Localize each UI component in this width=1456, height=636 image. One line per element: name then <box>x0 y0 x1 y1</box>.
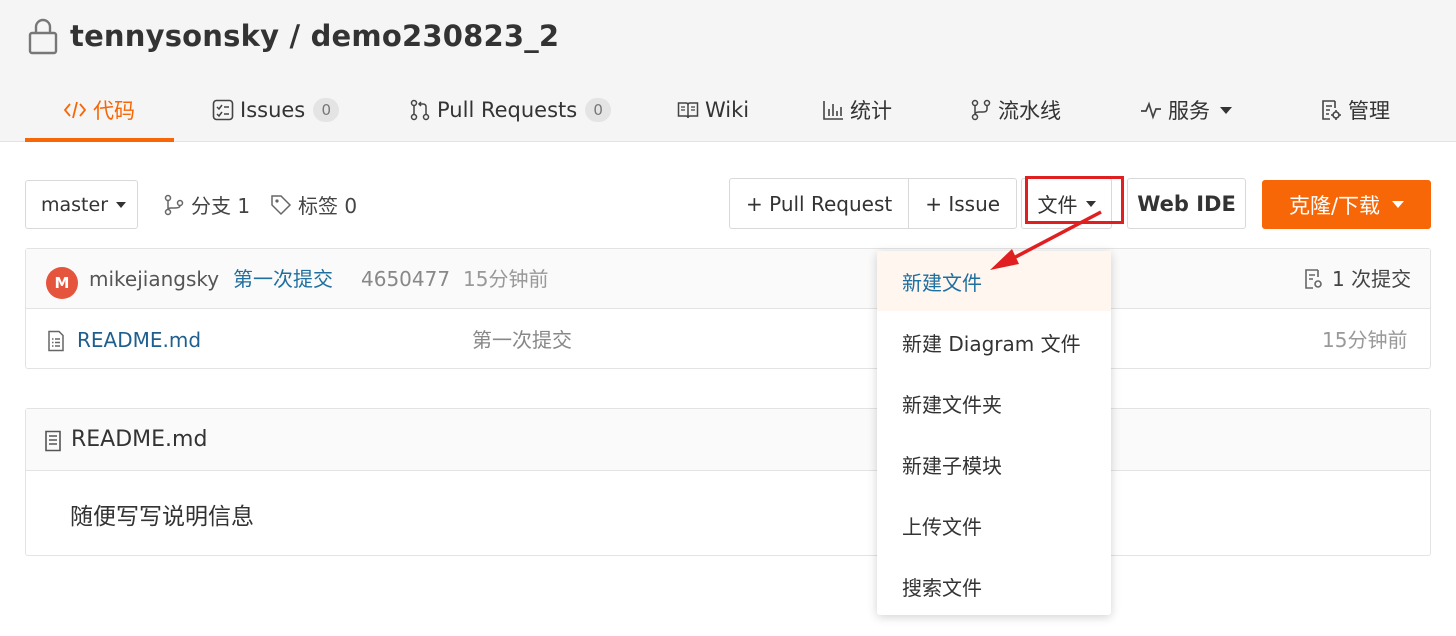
stats-icon <box>822 100 844 120</box>
active-tab-indicator <box>25 138 174 142</box>
readme-title: README.md <box>71 427 208 452</box>
latest-commit-row: M mikejiangsky 第一次提交 4650477 15分钟前 1 次提交 <box>26 249 1430 309</box>
tab-label: 统计 <box>850 99 892 123</box>
file-time: 15分钟前 <box>1322 328 1408 352</box>
file-dropdown-menu: 新建文件 新建 Diagram 文件 新建文件夹 新建子模块 上传文件 搜索文件 <box>877 251 1111 615</box>
menu-item-new-diagram-file[interactable]: 新建 Diagram 文件 <box>877 312 1111 372</box>
document-icon <box>45 430 61 452</box>
code-icon <box>63 100 87 120</box>
pipeline-icon <box>970 99 992 121</box>
file-name-link[interactable]: README.md <box>77 324 201 356</box>
commit-message[interactable]: 第一次提交 <box>233 263 333 295</box>
commit-author[interactable]: mikejiangsky <box>89 263 219 295</box>
chevron-down-icon <box>1220 106 1232 114</box>
wiki-icon <box>677 100 699 120</box>
lock-icon <box>28 18 58 55</box>
branches-link[interactable]: 分支 1 <box>163 180 250 229</box>
tab-pipeline[interactable]: 流水线 <box>970 78 1061 142</box>
chevron-down-icon <box>1392 201 1405 208</box>
commit-count: 1 次提交 <box>1332 267 1412 291</box>
clone-download-button[interactable]: 克隆/下载 <box>1262 180 1431 229</box>
commit-time: 15分钟前 <box>463 267 549 291</box>
commits-icon <box>1305 269 1322 289</box>
count-badge: 0 <box>585 98 612 122</box>
tab-label: Pull Requests <box>437 98 578 122</box>
readme-content: 随便写写说明信息 <box>70 504 254 530</box>
chevron-down-icon <box>116 201 127 208</box>
tab-pull-requests[interactable]: Pull Requests 0 <box>409 78 612 142</box>
commit-hash[interactable]: 4650477 <box>361 263 450 295</box>
branch-select[interactable]: master <box>25 180 138 229</box>
tab-issues[interactable]: Issues 0 <box>212 78 340 142</box>
menu-item-new-submodule[interactable]: 新建子模块 <box>877 434 1111 494</box>
repo-name[interactable]: tennysonsky / demo230823_2 <box>70 19 559 53</box>
readme-panel: README.md 随便写写说明信息 <box>25 408 1431 556</box>
issues-icon <box>212 99 234 121</box>
tab-manage[interactable]: 管理 <box>1320 78 1390 142</box>
pull-request-icon <box>409 99 431 121</box>
file-list: M mikejiangsky 第一次提交 4650477 15分钟前 1 次提交… <box>25 248 1431 369</box>
pulse-icon <box>1140 100 1162 120</box>
file-commit-message[interactable]: 第一次提交 <box>472 324 572 356</box>
annotation-arrow-icon <box>990 210 1102 270</box>
file-icon <box>48 330 64 352</box>
clone-button-label: 克隆/下载 <box>1288 193 1381 218</box>
menu-item-search-file[interactable]: 搜索文件 <box>877 556 1111 616</box>
tab-label: Wiki <box>705 98 750 122</box>
count-badge: 0 <box>313 98 340 122</box>
readme-header: README.md <box>26 409 1430 471</box>
tags-link[interactable]: 标签 0 <box>270 180 357 229</box>
branch-name: master <box>41 193 109 216</box>
tab-label: Issues <box>240 98 306 122</box>
repo-tabs: 代码 Issues 0 Pull Requests 0 Wiki 统计 流水线 … <box>0 78 1456 142</box>
new-pr-issue-group: + Pull Request + Issue <box>729 178 1018 229</box>
branch-icon <box>163 194 185 216</box>
repo-header: tennysonsky / demo230823_2 代码 Issues 0 P… <box>0 0 1456 142</box>
branches-label: 分支 1 <box>191 194 251 218</box>
menu-item-upload-file[interactable]: 上传文件 <box>877 495 1111 555</box>
tab-label: 流水线 <box>998 99 1061 123</box>
tab-label: 代码 <box>93 99 135 123</box>
new-pull-request-button[interactable]: + Pull Request <box>730 179 908 228</box>
table-row: README.md 第一次提交 15分钟前 <box>26 310 1430 369</box>
avatar[interactable]: M <box>46 267 78 299</box>
tab-services[interactable]: 服务 <box>1140 78 1232 142</box>
web-ide-button[interactable]: Web IDE <box>1127 178 1246 229</box>
menu-item-new-folder[interactable]: 新建文件夹 <box>877 373 1111 433</box>
tag-icon <box>270 194 292 216</box>
tab-label: 服务 <box>1168 99 1210 123</box>
tab-stats[interactable]: 统计 <box>822 78 892 142</box>
tags-label: 标签 0 <box>298 194 358 218</box>
tab-wiki[interactable]: Wiki <box>677 78 749 142</box>
tab-label: 管理 <box>1348 99 1390 123</box>
tab-code[interactable]: 代码 <box>63 78 135 142</box>
settings-doc-icon <box>1320 99 1342 121</box>
commit-count-link[interactable]: 1 次提交 <box>1304 263 1411 295</box>
repo-title: tennysonsky / demo230823_2 <box>26 14 559 58</box>
